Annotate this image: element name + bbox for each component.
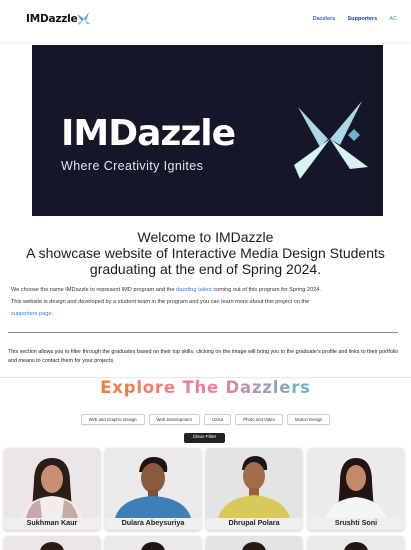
- graduate-card[interactable]: [206, 536, 302, 550]
- graduate-name: Sukhman Kaur: [26, 518, 78, 527]
- filter-chip-photo-video[interactable]: Photo and Video: [235, 414, 283, 425]
- welcome-heading: Welcome to IMDazzle A showcase website o…: [0, 229, 411, 277]
- site-logo[interactable]: IMDazzle: [26, 13, 78, 25]
- intro-text-2: coming out of this program for Spring 20…: [211, 287, 321, 293]
- graduate-card[interactable]: [105, 536, 201, 550]
- page: IMDazzle Dazzlers Supporters AC IMDazzle…: [0, 0, 411, 550]
- graduate-name: Dhrupal Polara: [228, 518, 280, 527]
- hero-x-icon: [294, 101, 368, 179]
- graduate-grid: Sukhman Kaur Dulara Abeysuriya Dhrupal P…: [4, 448, 408, 530]
- graduate-card[interactable]: Dhrupal Polara: [206, 448, 302, 530]
- dazzling-talent-link[interactable]: dazzling talent: [176, 287, 212, 293]
- explore-heading: Explore The Dazzlers: [0, 378, 411, 397]
- welcome-line-3: graduating at the end of Spring 2024.: [89, 261, 322, 277]
- main-nav: Dazzlers Supporters AC: [313, 16, 397, 22]
- filter-chip-motion-design[interactable]: Motion Design: [286, 414, 331, 425]
- graduate-photo[interactable]: [206, 448, 302, 518]
- graduate-card[interactable]: Dulara Abeysuriya: [105, 448, 201, 530]
- graduate-card[interactable]: Srushti Soni: [308, 448, 404, 530]
- intro-text-3: This website is design and developed by …: [11, 299, 310, 305]
- nav-link-dazzlers[interactable]: Dazzlers: [313, 16, 336, 22]
- nav-link-supporters[interactable]: Supporters: [347, 16, 377, 22]
- welcome-line-2: A showcase website of Interactive Media …: [26, 245, 385, 261]
- graduate-name: Srushti Soni: [334, 518, 378, 527]
- hero-banner: IMDazzle Where Creativity Ignites: [32, 45, 383, 216]
- graduate-photo[interactable]: [105, 536, 201, 550]
- logo-x-icon: [77, 12, 90, 25]
- clear-filter-button[interactable]: Clear Filter: [184, 433, 225, 443]
- intro-text-1: We choose the name IMDazzle to represent…: [11, 287, 176, 293]
- top-navbar: IMDazzle Dazzlers Supporters AC: [0, 0, 411, 42]
- filter-chip-ux-ui[interactable]: UX/UI: [203, 414, 232, 425]
- graduate-photo[interactable]: [4, 448, 100, 518]
- hero-tagline: Where Creativity Ignites: [61, 159, 204, 173]
- graduate-card[interactable]: [4, 536, 100, 550]
- graduate-photo[interactable]: [206, 536, 302, 550]
- graduate-card[interactable]: [308, 536, 404, 550]
- filter-chip-web-graphic-design[interactable]: Web and Graphic Design: [80, 414, 145, 425]
- intro-text-4: .: [51, 311, 53, 317]
- supporters-page-link[interactable]: supporters page: [11, 311, 51, 317]
- hero-wordmark: IMDazzle: [61, 113, 236, 154]
- welcome-line-1: Welcome to IMDazzle: [137, 229, 274, 245]
- explore-title: Explore The Dazzlers: [100, 378, 311, 397]
- graduate-photo[interactable]: [4, 536, 100, 550]
- section-divider: [8, 332, 398, 333]
- graduate-photo[interactable]: [308, 448, 404, 518]
- graduate-name: Dulara Abeysuriya: [121, 518, 185, 527]
- graduate-photo[interactable]: [308, 536, 404, 550]
- graduate-photo[interactable]: [105, 448, 201, 518]
- filter-description: This section allows you to filter throug…: [8, 349, 399, 364]
- graduate-grid-row-2: [4, 536, 408, 550]
- filter-chip-web-development[interactable]: Web Development: [148, 414, 200, 425]
- intro-paragraph: We choose the name IMDazzle to represent…: [11, 284, 391, 320]
- skill-filters: Web and Graphic Design Web Development U…: [0, 414, 411, 425]
- nav-link-ac[interactable]: AC: [389, 16, 397, 22]
- graduate-card[interactable]: Sukhman Kaur: [4, 448, 100, 530]
